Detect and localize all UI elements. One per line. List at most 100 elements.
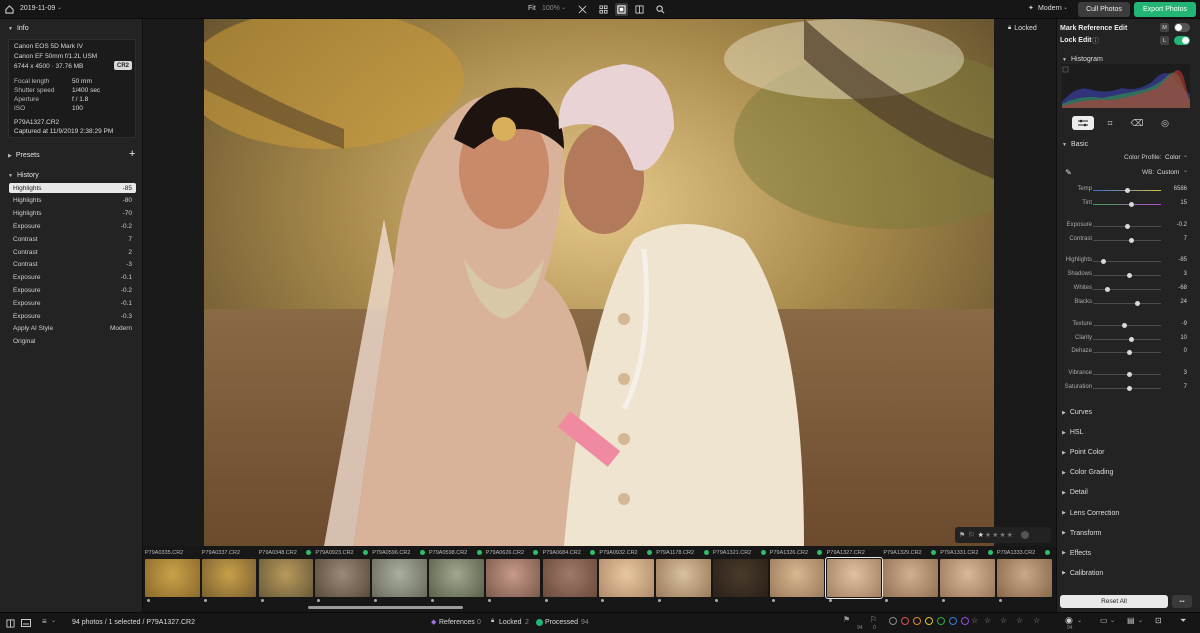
- thumbnail[interactable]: [315, 559, 370, 597]
- star-filter-icon[interactable]: ☆: [1000, 616, 1007, 625]
- main-photo[interactable]: [204, 19, 994, 546]
- chevron-down-icon[interactable]: ⌄: [1138, 617, 1143, 624]
- info-section-header[interactable]: ▼ Info: [8, 25, 29, 32]
- slider-value[interactable]: 3: [1163, 271, 1187, 277]
- star-filter-icon[interactable]: ☆: [971, 616, 978, 625]
- slider-knob[interactable]: [1126, 350, 1132, 355]
- color-filter-purple[interactable]: [961, 617, 969, 625]
- grid-toggle-icon[interactable]: [5, 618, 15, 628]
- info-circle-icon[interactable]: ⓘ: [1092, 36, 1099, 46]
- references-label[interactable]: References: [439, 619, 475, 626]
- reset-all-button[interactable]: Reset All: [1060, 595, 1168, 608]
- color-label-icon[interactable]: [1020, 531, 1029, 539]
- lock-edit-toggle[interactable]: [1174, 36, 1190, 45]
- section-header[interactable]: ▶ HSL: [1062, 429, 1083, 436]
- basic-adjust-tab[interactable]: [1072, 116, 1094, 130]
- home-icon[interactable]: [4, 4, 14, 14]
- chevron-down-icon[interactable]: ⌄: [1183, 152, 1188, 159]
- flag-reject-icon[interactable]: ⚑: [959, 531, 965, 539]
- thumbnail[interactable]: [769, 559, 825, 597]
- slider-knob[interactable]: [1126, 273, 1132, 278]
- section-header[interactable]: ▶ Detail: [1062, 489, 1088, 496]
- section-header[interactable]: ▶ Point Color: [1062, 449, 1105, 456]
- slider-knob[interactable]: [1128, 337, 1134, 342]
- chevron-down-icon[interactable]: ⌄: [51, 617, 56, 624]
- slider-knob[interactable]: [1124, 188, 1130, 193]
- slider-value[interactable]: 7: [1163, 236, 1187, 242]
- slider-value[interactable]: 7: [1163, 384, 1187, 390]
- cull-photos-button[interactable]: Cull Photos: [1078, 2, 1130, 17]
- zoom-level[interactable]: 100%: [542, 5, 560, 12]
- thumbnail[interactable]: [429, 559, 484, 597]
- keyboard-icon[interactable]: [20, 618, 31, 628]
- slider-value[interactable]: -85: [1163, 257, 1187, 263]
- slider-track[interactable]: [1093, 301, 1161, 306]
- color-filter-blue[interactable]: [949, 617, 957, 625]
- slider-value[interactable]: 15: [1163, 200, 1187, 206]
- thumbnail[interactable]: [997, 559, 1052, 597]
- thumbnail[interactable]: [656, 559, 711, 597]
- slider-knob[interactable]: [1100, 259, 1106, 264]
- history-item[interactable]: Exposure -0.1: [9, 298, 136, 308]
- thumbnail[interactable]: [258, 559, 314, 597]
- thumbnail[interactable]: [485, 559, 541, 597]
- chevron-down-icon[interactable]: ⌄: [1110, 617, 1115, 624]
- slider-value[interactable]: 0: [1163, 348, 1187, 354]
- section-header[interactable]: ▶ Lens Correction: [1062, 510, 1119, 517]
- filmstrip-scrollbar[interactable]: [308, 606, 463, 609]
- thumbnail[interactable]: [940, 559, 995, 597]
- sort-icon[interactable]: ≡: [42, 617, 47, 626]
- export-photos-button[interactable]: Export Photos: [1134, 2, 1196, 17]
- chevron-down-icon[interactable]: ⌄: [1063, 4, 1068, 11]
- slider-value[interactable]: 10: [1163, 335, 1187, 341]
- star-filter-icon[interactable]: ☆: [1033, 616, 1040, 625]
- slider-track[interactable]: [1093, 202, 1161, 207]
- slider-value[interactable]: -68: [1163, 285, 1187, 291]
- star-rating[interactable]: ★★★★★: [978, 531, 1014, 539]
- fit-button[interactable]: Fit: [528, 5, 536, 12]
- history-item[interactable]: Exposure -0.2: [9, 285, 136, 295]
- slider-track[interactable]: [1093, 350, 1161, 355]
- basic-section-header[interactable]: ▼ Basic: [1062, 141, 1088, 148]
- slider-track[interactable]: [1093, 337, 1161, 342]
- history-item[interactable]: Contrast 2: [9, 247, 136, 257]
- chevron-down-icon[interactable]: ⌄: [57, 4, 62, 11]
- slider-knob[interactable]: [1128, 238, 1134, 243]
- history-item[interactable]: Apply AI Style Modern: [9, 324, 136, 334]
- section-header[interactable]: ▶ Transform: [1062, 530, 1102, 537]
- history-item[interactable]: Original: [9, 337, 136, 347]
- thumbnail[interactable]: [824, 557, 884, 599]
- history-section-header[interactable]: ▼ History: [8, 172, 39, 179]
- search-icon[interactable]: [655, 4, 666, 15]
- folder-icon[interactable]: ▭: [1100, 616, 1108, 625]
- ai-style-select[interactable]: Modern: [1038, 5, 1062, 12]
- slider-track[interactable]: [1093, 259, 1161, 264]
- processed-label[interactable]: Processed: [545, 619, 578, 626]
- history-item[interactable]: Contrast -3: [9, 260, 136, 270]
- slider-value[interactable]: 3: [1163, 370, 1187, 376]
- star-filter-icon[interactable]: ☆: [984, 616, 991, 625]
- locked-filter-label[interactable]: Locked: [499, 619, 522, 626]
- grid-view-icon[interactable]: [598, 4, 609, 15]
- color-filter-green[interactable]: [937, 617, 945, 625]
- reject-filter-icon[interactable]: ⚐: [870, 615, 877, 624]
- filter-type-icon[interactable]: ▤: [1127, 616, 1135, 625]
- color-profile-select[interactable]: Color: [1165, 154, 1181, 161]
- slider-track[interactable]: [1093, 273, 1161, 278]
- thumbnail[interactable]: [542, 559, 598, 597]
- single-view-icon[interactable]: [615, 3, 628, 16]
- slider-track[interactable]: [1093, 287, 1161, 292]
- history-item[interactable]: Exposure -0.1: [9, 273, 136, 283]
- eraser-icon[interactable]: ⌫: [1131, 117, 1144, 129]
- slider-value[interactable]: -9: [1163, 321, 1187, 327]
- folder-name[interactable]: 2019-11-09: [20, 5, 55, 12]
- color-filter-yellow[interactable]: [925, 617, 933, 625]
- slider-knob[interactable]: [1124, 224, 1130, 229]
- history-item[interactable]: Highlights -70: [9, 209, 136, 219]
- thumbnail[interactable]: [599, 559, 654, 597]
- split-view-icon[interactable]: [634, 4, 645, 15]
- slider-track[interactable]: [1093, 372, 1161, 377]
- masking-icon[interactable]: ◎: [1159, 117, 1171, 129]
- slider-track[interactable]: [1093, 386, 1161, 391]
- slider-value[interactable]: 24: [1163, 299, 1187, 305]
